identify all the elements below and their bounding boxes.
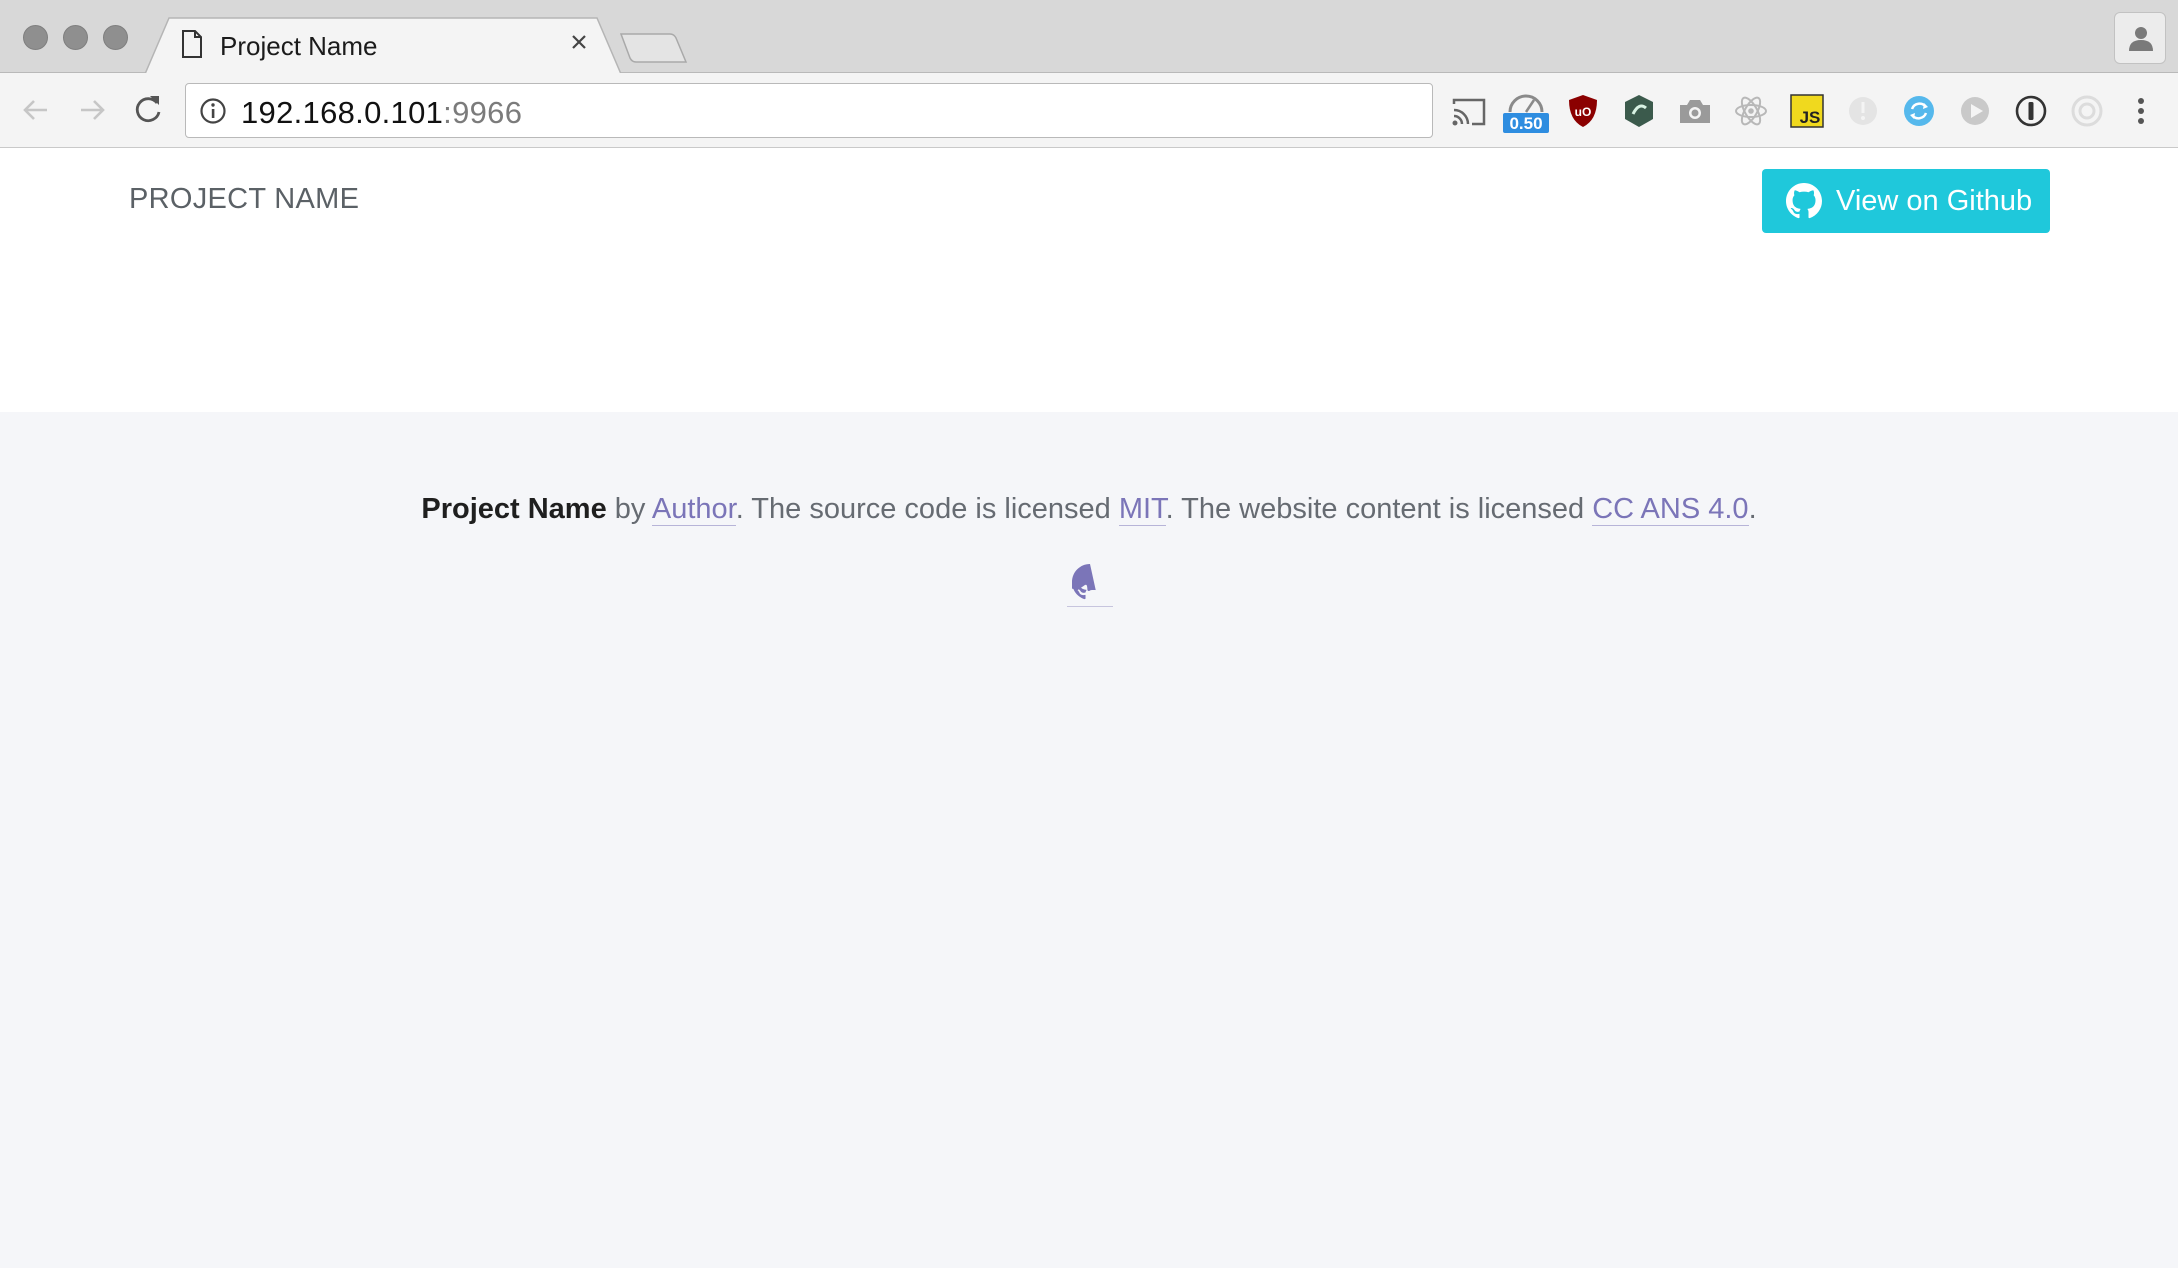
footer-end: . <box>1748 493 1757 525</box>
tab-strip: Project Name <box>0 0 2178 74</box>
speed-gauge-icon[interactable]: 0.50 <box>1502 92 1550 133</box>
browser-toolbar: 192.168.0.101:9966 0.50 uO JS <box>0 73 2178 148</box>
footer-text: Project Name by Author. The source code … <box>0 493 2178 526</box>
brand-link[interactable]: PROJECT NAME <box>129 183 359 216</box>
footer-project-name: Project Name <box>421 493 607 525</box>
profile-button[interactable] <box>2114 12 2166 64</box>
github-icon <box>1786 183 1822 219</box>
cc-license-link[interactable]: CC ANS 4.0 <box>1592 493 1749 526</box>
author-link[interactable]: Author <box>651 493 736 526</box>
address-bar[interactable]: 192.168.0.101:9966 <box>185 83 1433 138</box>
tab-title: Project Name <box>220 31 378 61</box>
forward-arrow-icon[interactable] <box>73 91 111 129</box>
footer-text-1: . The source code is licensed <box>735 493 1119 525</box>
person-icon <box>2129 27 2153 51</box>
close-icon[interactable] <box>565 28 593 56</box>
onepassword-icon[interactable] <box>2012 92 2050 130</box>
js-icon[interactable]: JS <box>1788 92 1826 130</box>
more-menu-icon[interactable] <box>2126 92 2156 130</box>
page-viewport: PROJECT NAME View on Github Project Name… <box>0 148 2178 1268</box>
window-minimize-button[interactable] <box>63 25 88 50</box>
footer-github-link[interactable] <box>1067 560 1113 607</box>
green-shield-icon[interactable] <box>1620 92 1658 130</box>
footer-text-2: . The website content is licensed <box>1165 493 1593 525</box>
cast-icon[interactable] <box>1450 92 1488 130</box>
new-tab-button[interactable] <box>618 30 690 66</box>
window-close-button[interactable] <box>23 25 48 50</box>
footer-by: by <box>606 493 652 525</box>
disabled-alert-icon[interactable] <box>1844 92 1882 130</box>
reload-icon[interactable] <box>129 91 167 129</box>
speed-badge: 0.50 <box>1509 114 1542 133</box>
ublock-icon[interactable]: uO <box>1564 92 1602 130</box>
svg-text:uO: uO <box>1575 105 1592 119</box>
info-icon[interactable] <box>199 97 227 125</box>
target-icon[interactable] <box>2068 92 2106 130</box>
document-icon <box>181 30 203 58</box>
js-label: JS <box>1800 108 1821 127</box>
sync-icon[interactable] <box>1900 92 1938 130</box>
camera-icon[interactable] <box>1676 92 1714 130</box>
url-text: 192.168.0.101:9966 <box>241 95 522 131</box>
url-host: 192.168.0.101 <box>241 95 444 130</box>
back-arrow-icon[interactable] <box>17 91 55 129</box>
github-button-label: View on Github <box>1836 185 2033 217</box>
view-on-github-button[interactable]: View on Github <box>1762 169 2050 233</box>
url-port: :9966 <box>443 95 523 130</box>
navbar: PROJECT NAME View on Github <box>0 148 2178 412</box>
window-maximize-button[interactable] <box>103 25 128 50</box>
browser-tab-active[interactable]: Project Name <box>145 17 621 74</box>
react-devtools-icon[interactable] <box>1732 92 1770 130</box>
mit-license-link[interactable]: MIT <box>1118 493 1166 526</box>
github-icon <box>1072 564 1096 600</box>
play-icon[interactable] <box>1956 92 1994 130</box>
